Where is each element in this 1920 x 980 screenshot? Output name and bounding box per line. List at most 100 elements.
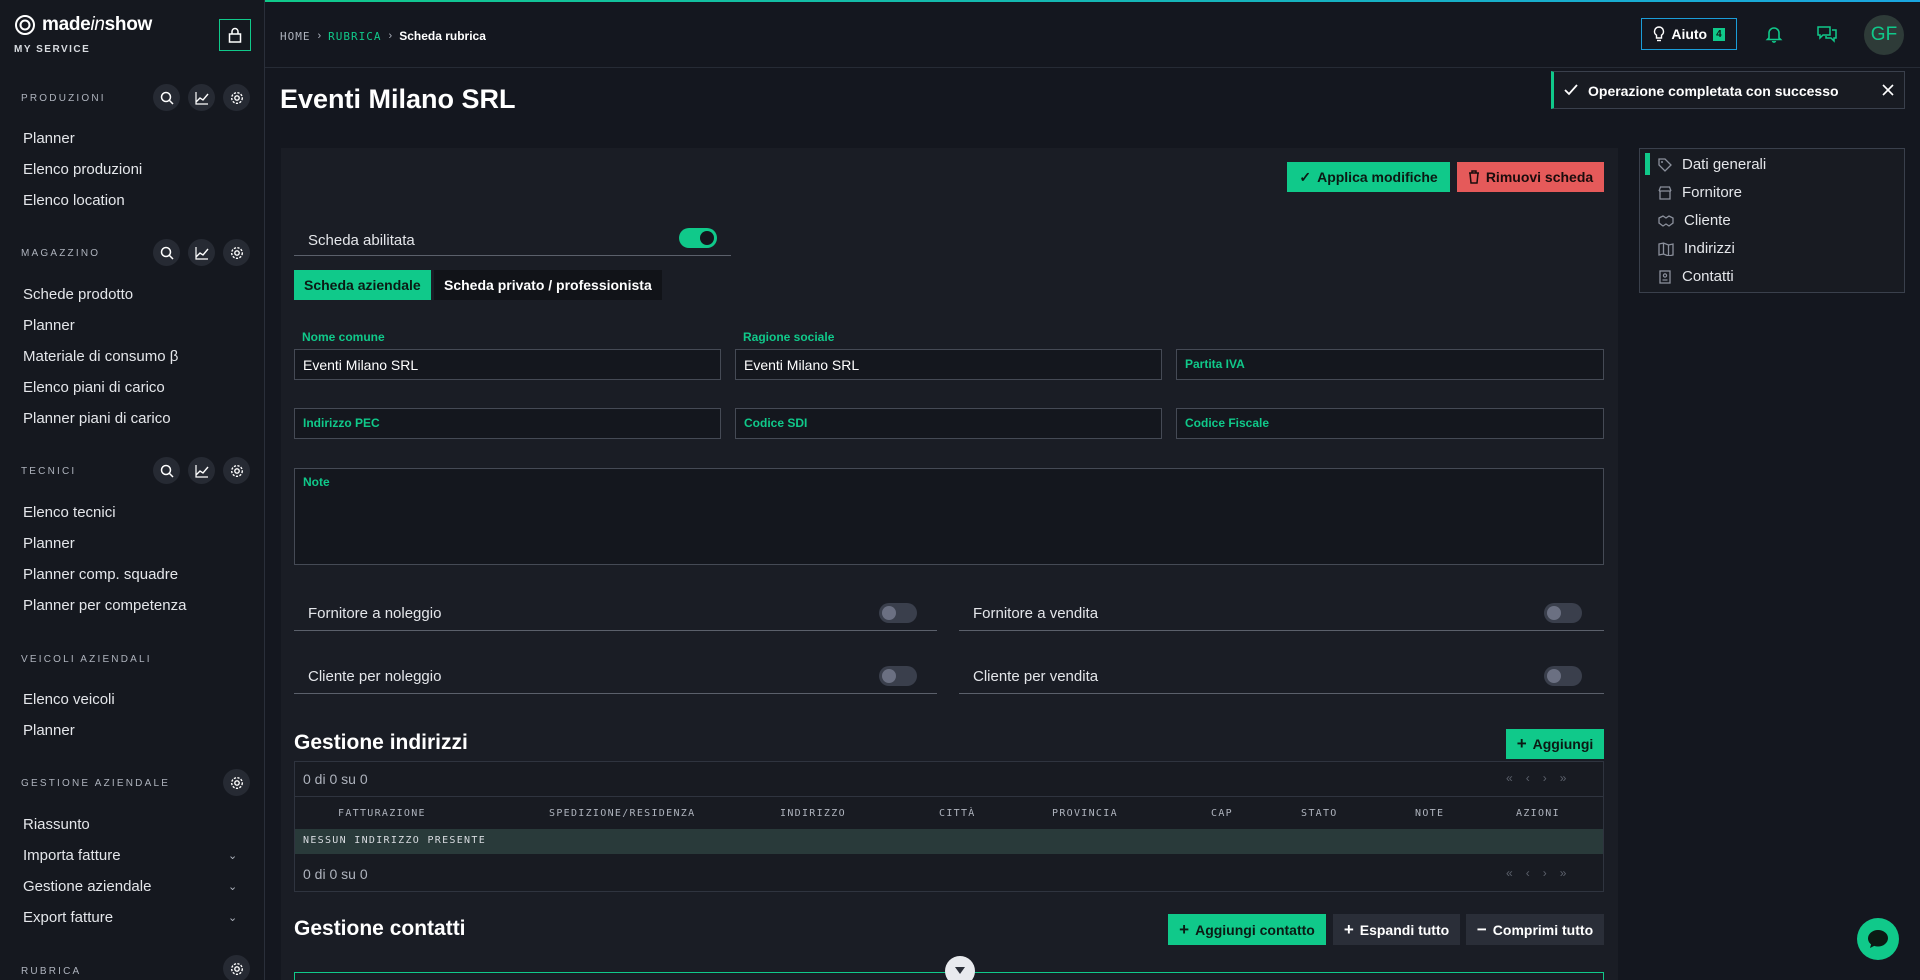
cliente-noleggio-toggle[interactable]	[879, 666, 917, 686]
tab-scheda-privato[interactable]: Scheda privato / professionista	[434, 270, 662, 300]
fornitore-noleggio-toggle[interactable]	[879, 603, 917, 623]
add-address-button[interactable]: + Aggiungi	[1506, 729, 1604, 759]
trending-chart-icon[interactable]	[188, 84, 215, 111]
gear-icon[interactable]	[223, 955, 250, 980]
gear-icon[interactable]	[223, 769, 250, 796]
section-tools-magazzino	[153, 239, 250, 266]
help-button[interactable]: Aiuto 4	[1641, 18, 1737, 50]
sidebar-item-elenco-location[interactable]: Elenco location	[23, 192, 125, 209]
sidebar-item-gestione-aziendale[interactable]: Gestione aziendale	[23, 878, 151, 895]
column-header-stato: STATO	[1301, 808, 1338, 819]
tab-scheda-aziendale[interactable]: Scheda aziendale	[294, 270, 431, 300]
sidebar-item-planner-veicoli[interactable]: Planner	[23, 722, 75, 739]
sidebar-item-planner-piani-carico[interactable]: Planner piani di carico	[23, 410, 171, 427]
fornitore-vendita-toggle[interactable]	[1544, 603, 1582, 623]
sidebar-item-elenco-produzioni[interactable]: Elenco produzioni	[23, 161, 142, 178]
contact-card-icon	[1659, 269, 1671, 284]
sidebar-item-planner-magazzino[interactable]: Planner	[23, 317, 75, 334]
anchor-dati-generali[interactable]: Dati generali	[1658, 156, 1766, 173]
sidebar-item-elenco-piani-carico[interactable]: Elenco piani di carico	[23, 379, 165, 396]
chevron-down-icon[interactable]: ⌄	[228, 880, 237, 893]
active-anchor-indicator	[1645, 153, 1650, 175]
fornitore-vendita-row: Fornitore a vendita	[959, 597, 1604, 631]
gear-icon[interactable]	[223, 239, 250, 266]
next-page-icon[interactable]: ›	[1543, 866, 1547, 880]
plus-icon: +	[1516, 734, 1527, 753]
enabled-toggle[interactable]	[679, 228, 717, 248]
map-icon	[1658, 241, 1674, 256]
sidebar-item-materiale-consumo[interactable]: Materiale di consumo β	[23, 348, 178, 365]
breadcrumb-home[interactable]: HOME	[280, 30, 311, 43]
remove-card-button[interactable]: Rimuovi scheda	[1457, 162, 1604, 192]
cliente-vendita-toggle[interactable]	[1544, 666, 1582, 686]
bell-icon[interactable]	[1765, 25, 1783, 43]
chat-support-button[interactable]	[1857, 918, 1899, 960]
gear-icon[interactable]	[223, 84, 250, 111]
expand-all-button[interactable]: + Espandi tutto	[1333, 914, 1460, 945]
chevron-down-icon[interactable]: ⌄	[228, 911, 237, 924]
pec-field[interactable]: Indirizzo PEC	[294, 408, 721, 439]
chevron-right-icon: ›	[317, 30, 322, 42]
breadcrumb: HOME › RUBRICA › Scheda rubrica	[280, 29, 486, 43]
anchor-fornitore[interactable]: Fornitore	[1658, 184, 1742, 201]
last-page-icon[interactable]: »	[1560, 866, 1567, 880]
note-textarea[interactable]: Note	[294, 468, 1604, 565]
anchor-contatti[interactable]: Contatti	[1658, 268, 1734, 285]
sidebar-item-elenco-tecnici[interactable]: Elenco tecnici	[23, 504, 116, 521]
anchor-indirizzi[interactable]: Indirizzi	[1658, 240, 1735, 257]
sidebar-item-elenco-veicoli[interactable]: Elenco veicoli	[23, 691, 115, 708]
close-icon[interactable]	[1882, 84, 1894, 96]
ragione-sociale-field[interactable]: Eventi Milano SRL	[735, 349, 1162, 380]
chevron-down-icon[interactable]: ⌄	[228, 849, 237, 862]
collapse-all-button[interactable]: − Comprimi tutto	[1466, 914, 1604, 945]
enabled-toggle-row: Scheda abilitata	[294, 224, 731, 256]
search-icon[interactable]	[153, 84, 180, 111]
prev-page-icon[interactable]: ‹	[1526, 771, 1530, 785]
column-header-citta: CITTÀ	[939, 808, 976, 819]
fornitore-noleggio-row: Fornitore a noleggio	[294, 597, 937, 631]
partita-iva-field[interactable]: Partita IVA	[1176, 349, 1604, 380]
column-header-indirizzo: INDIRIZZO	[780, 808, 846, 819]
next-page-icon[interactable]: ›	[1543, 771, 1547, 785]
column-header-azioni: AZIONI	[1516, 808, 1560, 819]
section-tools-gestione	[223, 769, 250, 796]
prev-page-icon[interactable]: ‹	[1526, 866, 1530, 880]
sidebar-item-riassunto[interactable]: Riassunto	[23, 816, 90, 833]
apply-changes-button[interactable]: ✓ Applica modifiche	[1287, 162, 1450, 192]
column-header-cap: CAP	[1211, 808, 1233, 819]
brand-logo[interactable]: madeinshow	[14, 14, 152, 36]
gear-icon[interactable]	[223, 457, 250, 484]
sdi-field[interactable]: Codice SDI	[735, 408, 1162, 439]
page-title: Eventi Milano SRL	[280, 84, 516, 114]
sidebar-item-planner-competenza[interactable]: Planner per competenza	[23, 597, 186, 614]
sidebar-item-planner-produzioni[interactable]: Planner	[23, 130, 75, 147]
sidebar-item-planner-tecnici[interactable]: Planner	[23, 535, 75, 552]
search-icon[interactable]	[153, 457, 180, 484]
first-page-icon[interactable]: «	[1506, 771, 1513, 785]
store-icon	[1658, 185, 1672, 200]
sidebar-item-export-fatture[interactable]: Export fatture	[23, 909, 113, 926]
lock-sidebar-button[interactable]	[219, 19, 251, 51]
last-page-icon[interactable]: »	[1560, 771, 1567, 785]
addresses-table	[294, 761, 1604, 892]
scroll-down-button[interactable]	[945, 956, 975, 980]
nome-comune-field[interactable]: Eventi Milano SRL	[294, 349, 721, 380]
pager-controls-top: « ‹ › »	[1506, 771, 1566, 785]
trash-icon	[1468, 170, 1479, 184]
first-page-icon[interactable]: «	[1506, 866, 1513, 880]
plus-icon: +	[1179, 919, 1190, 939]
trending-chart-icon[interactable]	[188, 457, 215, 484]
trending-chart-icon[interactable]	[188, 239, 215, 266]
breadcrumb-rubrica[interactable]: RUBRICA	[328, 30, 381, 43]
search-icon[interactable]	[153, 239, 180, 266]
sidebar-item-planner-comp-squadre[interactable]: Planner comp. squadre	[23, 566, 178, 583]
sidebar-item-importa-fatture[interactable]: Importa fatture	[23, 847, 121, 864]
add-contact-button[interactable]: + Aggiungi contatto	[1168, 914, 1326, 945]
codice-fiscale-field[interactable]: Codice Fiscale	[1176, 408, 1604, 439]
check-icon: ✓	[1299, 168, 1312, 185]
sidebar-item-schede-prodotto[interactable]: Schede prodotto	[23, 286, 133, 303]
enabled-label: Scheda abilitata	[308, 232, 415, 249]
chat-bubbles-icon[interactable]	[1816, 24, 1838, 44]
avatar[interactable]: GF	[1864, 15, 1904, 55]
anchor-cliente[interactable]: Cliente	[1658, 212, 1731, 229]
